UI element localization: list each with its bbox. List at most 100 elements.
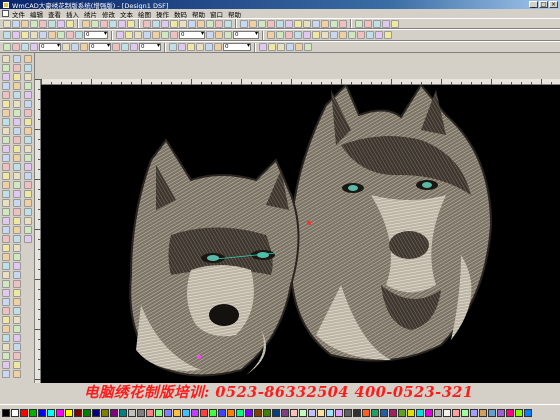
object-tool-2-icon[interactable] — [285, 31, 293, 39]
draw-tool-19-0-icon[interactable] — [2, 226, 10, 234]
color-swatch-56[interactable] — [506, 408, 514, 417]
color-swatch-1[interactable] — [11, 408, 19, 417]
menu-item-8[interactable]: 操作 — [156, 9, 169, 19]
std-tool-0-icon[interactable] — [3, 19, 11, 28]
color-swatch-21[interactable] — [191, 408, 199, 417]
draw-tool-22-0-icon[interactable] — [2, 253, 10, 261]
draw-tool-23-1-icon[interactable] — [13, 262, 21, 270]
fill-tool-2-icon[interactable] — [134, 31, 142, 39]
color-swatch-18[interactable] — [164, 408, 172, 417]
view-tool-1-icon[interactable] — [152, 19, 160, 28]
x-field[interactable]: 0 — [39, 43, 61, 51]
draw-tool-2-1-icon[interactable] — [13, 73, 21, 81]
menu-item-11[interactable]: 窗口 — [210, 9, 223, 19]
misc-tool-8-icon[interactable] — [312, 19, 320, 28]
draw-tool-15-1-icon[interactable] — [13, 190, 21, 198]
draw-tool-8-2-icon[interactable] — [24, 127, 32, 135]
color-swatch-47[interactable] — [425, 408, 433, 417]
color-swatch-15[interactable] — [137, 408, 145, 417]
minimize-button[interactable]: _ — [529, 1, 538, 8]
draw-tool-16-2-icon[interactable] — [24, 199, 32, 207]
draw-tool-5-2-icon[interactable] — [24, 100, 32, 108]
draw-tool-30-0-icon[interactable] — [2, 325, 10, 333]
draw-tool-3-0-icon[interactable] — [2, 82, 10, 90]
draw-tool-11-0-icon[interactable] — [2, 154, 10, 162]
edit-tool-0-icon[interactable] — [82, 19, 90, 28]
draw-tool-28-1-icon[interactable] — [13, 307, 21, 315]
fill-tool-5-icon[interactable] — [161, 31, 169, 39]
draw-tool-5-0-icon[interactable] — [2, 100, 10, 108]
stitch-tool-2-icon[interactable] — [21, 31, 29, 39]
align-tool-2-icon[interactable] — [224, 31, 232, 39]
misc-tool-11-icon[interactable] — [339, 19, 347, 28]
zoom-tool-4-icon[interactable] — [391, 19, 399, 28]
draw-tool-31-1-icon[interactable] — [13, 334, 21, 342]
maximize-button[interactable]: □ — [539, 1, 548, 8]
object-tool-12-icon[interactable] — [375, 31, 383, 39]
color-swatch-50[interactable] — [452, 408, 460, 417]
color-swatch-24[interactable] — [218, 408, 226, 417]
draw-tool-13-1-icon[interactable] — [13, 172, 21, 180]
std-tool-1-icon[interactable] — [12, 19, 20, 28]
draw-tool-34-0-icon[interactable] — [2, 361, 10, 369]
color-swatch-58[interactable] — [524, 408, 532, 417]
draw-tool-7-2-icon[interactable] — [24, 118, 32, 126]
draw-tool-15-0-icon[interactable] — [2, 190, 10, 198]
std-tool-7-icon[interactable] — [66, 19, 74, 28]
draw-tool-18-0-icon[interactable] — [2, 217, 10, 225]
draw-tool-12-1-icon[interactable] — [13, 163, 21, 171]
object-tool-10-icon[interactable] — [357, 31, 365, 39]
color-swatch-54[interactable] — [488, 408, 496, 417]
draw-tool-15-2-icon[interactable] — [24, 190, 32, 198]
draw-tool-10-1-icon[interactable] — [13, 145, 21, 153]
align-tool-0-icon[interactable] — [206, 31, 214, 39]
draw-tool-27-1-icon[interactable] — [13, 298, 21, 306]
draw-tool-19-2-icon[interactable] — [24, 226, 32, 234]
misc-tool-6-icon[interactable] — [294, 19, 302, 28]
menu-item-12[interactable]: 帮助 — [228, 9, 241, 19]
misc-tool-10-icon[interactable] — [330, 19, 338, 28]
color-swatch-14[interactable] — [128, 408, 136, 417]
transform-tool-3-icon[interactable] — [30, 43, 38, 51]
color-swatch-41[interactable] — [371, 408, 379, 417]
draw-tool-33-1-icon[interactable] — [13, 352, 21, 360]
view-tool-8-icon[interactable] — [215, 19, 223, 28]
draw-tool-8-0-icon[interactable] — [2, 127, 10, 135]
edit-tool-1-icon[interactable] — [91, 19, 99, 28]
layer-tool-1-icon[interactable] — [268, 43, 276, 51]
stitch-tool-5-icon[interactable] — [48, 31, 56, 39]
draw-tool-25-0-icon[interactable] — [2, 280, 10, 288]
color-swatch-42[interactable] — [380, 408, 388, 417]
draw-tool-17-1-icon[interactable] — [13, 208, 21, 216]
draw-tool-1-0-icon[interactable] — [2, 64, 10, 72]
color-swatch-0[interactable] — [2, 408, 10, 417]
draw-tool-26-1-icon[interactable] — [13, 289, 21, 297]
draw-tool-27-0-icon[interactable] — [2, 298, 10, 306]
density-field[interactable]: 0 — [179, 31, 205, 39]
draw-tool-26-0-icon[interactable] — [2, 289, 10, 297]
menu-item-7[interactable]: 绘图 — [138, 9, 151, 19]
draw-tool-34-1-icon[interactable] — [13, 361, 21, 369]
menu-item-3[interactable]: 插入 — [66, 9, 79, 19]
stitch-tool-0-icon[interactable] — [3, 31, 11, 39]
transform-tool-2-icon[interactable] — [21, 43, 29, 51]
draw-tool-25-1-icon[interactable] — [13, 280, 21, 288]
draw-tool-29-1-icon[interactable] — [13, 316, 21, 324]
color-swatch-25[interactable] — [227, 408, 235, 417]
layer-tool-5-icon[interactable] — [304, 43, 312, 51]
misc-tool-3-icon[interactable] — [267, 19, 275, 28]
std-tool-4-icon[interactable] — [39, 19, 47, 28]
misc-tool-4-icon[interactable] — [276, 19, 284, 28]
mirror-tool-0-icon[interactable] — [169, 43, 177, 51]
color-swatch-12[interactable] — [110, 408, 118, 417]
menu-item-9[interactable]: 数码 — [174, 9, 187, 19]
misc-tool-0-icon[interactable] — [240, 19, 248, 28]
color-swatch-3[interactable] — [29, 408, 37, 417]
color-swatch-20[interactable] — [182, 408, 190, 417]
object-tool-9-icon[interactable] — [348, 31, 356, 39]
stitch-end-marker[interactable] — [307, 221, 311, 225]
draw-tool-9-2-icon[interactable] — [24, 136, 32, 144]
draw-tool-13-0-icon[interactable] — [2, 172, 10, 180]
std-tool-6-icon[interactable] — [57, 19, 65, 28]
fill-tool-1-icon[interactable] — [125, 31, 133, 39]
